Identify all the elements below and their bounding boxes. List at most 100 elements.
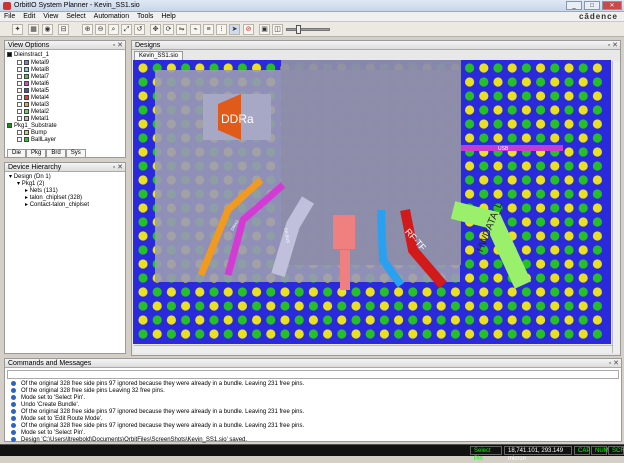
- move-icon[interactable]: ✥: [150, 24, 161, 35]
- layer-row[interactable]: Metal2: [17, 109, 49, 116]
- layer-row[interactable]: Metal6: [17, 81, 49, 88]
- tree-item-nets[interactable]: ▸ Nets (131): [25, 188, 58, 195]
- zoom-slider-handle[interactable]: [296, 25, 301, 34]
- route-icon[interactable]: ⌁: [190, 24, 201, 35]
- grid-icon[interactable]: ▦: [28, 24, 39, 35]
- solder-ball: [408, 329, 418, 339]
- solder-ball: [564, 301, 574, 311]
- solder-ball: [138, 63, 148, 73]
- tree-item-pkg[interactable]: ▾ Pkg1 (2): [17, 181, 44, 188]
- layer-row[interactable]: Metal7: [17, 74, 49, 81]
- tab-pkg[interactable]: Pkg: [26, 149, 47, 157]
- solder-ball: [493, 259, 503, 269]
- command-input[interactable]: [7, 370, 619, 379]
- solder-ball: [521, 161, 531, 171]
- solder-ball: [578, 161, 588, 171]
- vertical-scrollbar[interactable]: [612, 61, 620, 353]
- rotate-icon[interactable]: ⟳: [163, 24, 174, 35]
- panel-controls-icon[interactable]: ▫ ✕: [113, 41, 123, 50]
- layer-row[interactable]: Metal5: [17, 88, 49, 95]
- solder-ball: [351, 315, 361, 325]
- menu-view[interactable]: View: [43, 13, 58, 20]
- layer-row[interactable]: Metal8: [17, 67, 49, 74]
- pin-icon[interactable]: ◉: [42, 24, 53, 35]
- solder-ball: [536, 203, 546, 213]
- menu-automation[interactable]: Automation: [94, 13, 129, 20]
- solder-ball: [351, 329, 361, 339]
- solder-ball: [365, 315, 375, 325]
- tree-substrate[interactable]: Pkg1_Substrate: [7, 123, 57, 130]
- solder-ball: [465, 91, 475, 101]
- zoom-fit-icon[interactable]: ⤢: [121, 24, 132, 35]
- tree-item-contact[interactable]: ▸ Contact-talon_chiplset: [25, 202, 89, 209]
- camera-icon[interactable]: ▣: [259, 24, 270, 35]
- solder-ball: [379, 287, 389, 297]
- solder-ball: [138, 175, 148, 185]
- zoom-area-icon[interactable]: ⌕: [108, 24, 119, 35]
- solder-ball: [465, 161, 475, 171]
- flip-icon[interactable]: ⇋: [176, 24, 187, 35]
- layer-row[interactable]: Metal9: [17, 60, 49, 67]
- solder-ball: [507, 133, 517, 143]
- panel-controls-icon[interactable]: ▫ ✕: [609, 359, 619, 368]
- layer-row[interactable]: Metal4: [17, 95, 49, 102]
- solder-ball: [479, 259, 489, 269]
- solder-ball: [493, 119, 503, 129]
- solder-ball: [408, 315, 418, 325]
- solder-ball: [479, 161, 489, 171]
- solder-ball: [507, 175, 517, 185]
- zoom-prev-icon[interactable]: ↺: [134, 24, 145, 35]
- solder-ball: [592, 119, 602, 129]
- solder-ball: [592, 329, 602, 339]
- layer-row[interactable]: BallLayer: [17, 137, 56, 144]
- menu-edit[interactable]: Edit: [23, 13, 35, 20]
- menu-select[interactable]: Select: [66, 13, 85, 20]
- menu-help[interactable]: Help: [161, 13, 175, 20]
- tab-brd[interactable]: Brd: [46, 149, 66, 157]
- menu-tools[interactable]: Tools: [137, 13, 153, 20]
- stop-icon[interactable]: ⊘: [243, 24, 254, 35]
- close-button[interactable]: ✕: [602, 1, 622, 10]
- bundle-icon[interactable]: ≡: [203, 24, 214, 35]
- solder-ball: [351, 287, 361, 297]
- tree-item-chipset[interactable]: ▸ talon_chiplset (328): [25, 195, 82, 202]
- tab-die[interactable]: Die: [7, 149, 27, 157]
- solder-ball: [138, 91, 148, 101]
- zoom-in-icon[interactable]: ⊕: [82, 24, 93, 35]
- select-mode-icon[interactable]: ➤: [229, 24, 240, 35]
- menu-file[interactable]: File: [4, 13, 15, 20]
- horizontal-scrollbar[interactable]: [134, 345, 612, 353]
- status-scrl: SCRL: [608, 446, 624, 455]
- message-line: Mode set to 'Edit Route Mode'.: [11, 416, 103, 423]
- panel-controls-icon[interactable]: ▫ ✕: [608, 41, 618, 50]
- minimize-button[interactable]: _: [566, 1, 582, 10]
- solder-ball: [266, 315, 276, 325]
- solder-ball: [578, 301, 588, 311]
- solder-ball: [138, 119, 148, 129]
- solder-ball: [465, 231, 475, 241]
- array-icon[interactable]: ⁝: [216, 24, 227, 35]
- solder-ball: [493, 133, 503, 143]
- solder-ball: [592, 133, 602, 143]
- zoom-slider-track[interactable]: [286, 28, 330, 31]
- solder-ball: [422, 329, 432, 339]
- tab-sys[interactable]: Sys: [65, 149, 86, 157]
- layer-row[interactable]: Bump: [17, 130, 47, 137]
- solder-ball: [578, 77, 588, 87]
- layout-canvas[interactable]: DDRa USB HWDATA_L RF-TF DMA0 CH-BUS: [133, 60, 611, 344]
- layer-row[interactable]: Metal3: [17, 102, 49, 109]
- maximize-button[interactable]: □: [584, 1, 600, 10]
- layers-icon[interactable]: ◫: [272, 24, 283, 35]
- tree-root[interactable]: Dieinstract_1: [7, 52, 49, 59]
- ruler-icon[interactable]: ⊟: [58, 24, 69, 35]
- solder-ball: [465, 77, 475, 87]
- solder-ball: [465, 329, 475, 339]
- solder-ball: [195, 329, 205, 339]
- solder-ball: [564, 91, 574, 101]
- wand-icon[interactable]: ✦: [12, 24, 23, 35]
- zoom-out-icon[interactable]: ⊖: [95, 24, 106, 35]
- panel-controls-icon[interactable]: ▫ ✕: [113, 163, 123, 172]
- solder-ball: [592, 203, 602, 213]
- tree-item-design[interactable]: ▾ Design (Dn 1): [9, 174, 51, 181]
- layer-row[interactable]: Metal1: [17, 116, 49, 123]
